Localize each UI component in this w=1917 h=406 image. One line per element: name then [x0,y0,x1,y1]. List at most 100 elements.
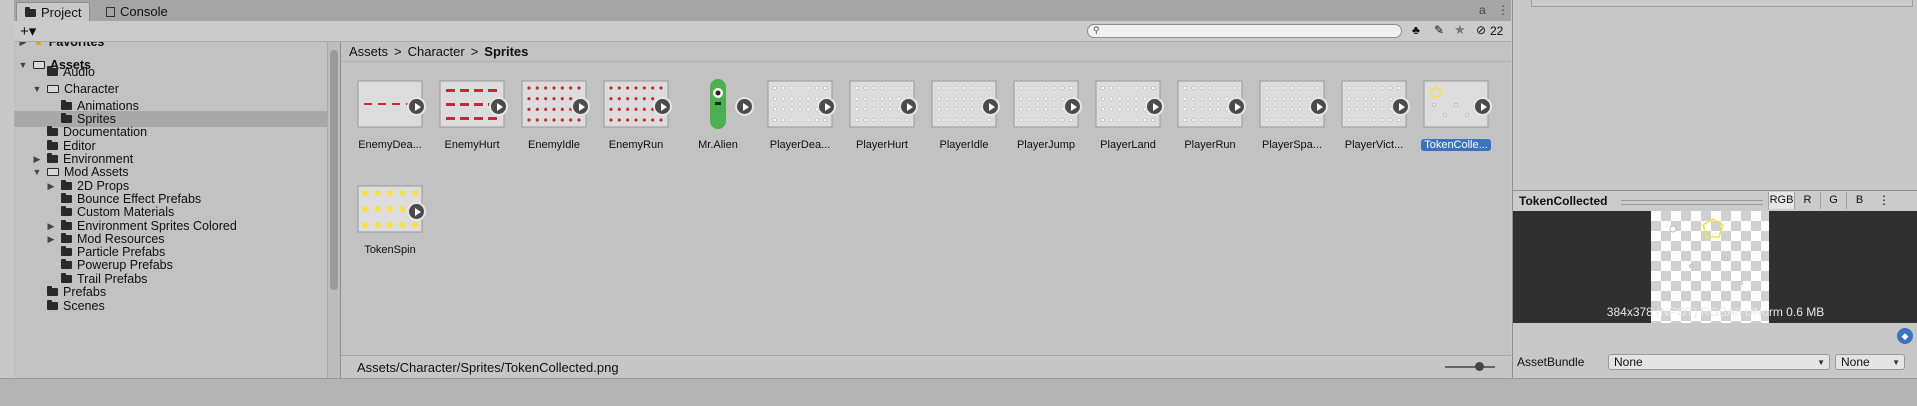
play-animation-icon[interactable] [1063,97,1082,116]
asset-grid: EnemyDea... EnemyHurt EnemyIdle EnemyRun Mr.… [341,63,1511,355]
asset-label: PlayerSpa... [1262,139,1322,151]
folder-icon [61,273,72,283]
play-animation-icon[interactable] [653,97,672,116]
asset-playerdea[interactable]: PlayerDea... [759,67,841,163]
asset-label: Mr.Alien [698,139,738,151]
channel-b-button[interactable]: B [1846,192,1872,209]
expand-right-icon[interactable]: ▶ [18,42,28,48]
expand-right-icon[interactable]: ▶ [32,154,42,165]
tree-item-label: Scenes [63,299,105,313]
asset-enemydea[interactable]: EnemyDea... [349,67,431,163]
asset-enemyrun[interactable]: EnemyRun [595,67,677,163]
asset-thumbnail [602,75,672,133]
preview-header: TokenCollected RGB R G B ⋮ [1513,190,1917,212]
asset-playerjump[interactable]: PlayerJump [1005,67,1087,163]
asset-thumbnail [766,75,836,133]
play-animation-icon[interactable] [407,97,426,116]
breadcrumb-character[interactable]: Character [408,44,465,59]
create-button[interactable]: +▾ [20,22,36,40]
assetbundle-label: AssetBundle [1517,355,1585,369]
hidden-packages-icon[interactable]: ⊘ [1476,23,1486,37]
tab-project[interactable]: Project [16,2,91,22]
breadcrumb-sprites[interactable]: Sprites [484,44,528,59]
more-menu-icon[interactable]: ⋮ [1497,3,1509,17]
play-animation-icon[interactable] [1473,97,1492,116]
tree-item-favorites[interactable]: ▶ ★ Favorites [14,42,105,50]
tree-item-audio[interactable]: Audio [14,64,95,80]
play-animation-icon[interactable] [489,97,508,116]
filter-type-icon[interactable]: ♣ [1412,23,1420,37]
asset-tokencolle[interactable]: TokenColle... [1415,67,1497,163]
channel-r-button[interactable]: R [1794,192,1820,209]
asset-mr-alien[interactable]: Mr.Alien [677,67,759,163]
asset-thumbnail [356,75,426,133]
expand-down-icon[interactable]: ▼ [32,167,42,177]
expand-right-icon[interactable]: ▶ [46,221,56,232]
tree-item-label: Character [64,82,119,96]
inspector-panel: TokenCollected RGB R G B ⋮ 384x378 (NPOT… [1512,0,1917,378]
expand-right-icon[interactable]: ▶ [46,234,56,245]
search-input[interactable] [1087,24,1402,38]
zoom-slider-handle[interactable] [1475,362,1484,371]
tree-item-character[interactable]: ▼ Character [14,81,119,97]
play-animation-icon[interactable] [1391,97,1410,116]
tree-scrollbar[interactable] [327,42,340,378]
label-icon[interactable]: ✎ [1434,23,1444,37]
breadcrumb-assets[interactable]: Assets [349,44,388,59]
play-animation-icon[interactable] [817,97,836,116]
tag-icon[interactable]: ◆ [1897,328,1913,344]
channel-g-button[interactable]: G [1820,192,1846,209]
channel-rgb-button[interactable]: RGB [1768,192,1794,209]
texture-preview: 384x378 (NPOT) RGBA8 UNorm 0.6 MB [1513,211,1917,323]
asset-playervict[interactable]: PlayerVict... [1333,67,1415,163]
play-animation-icon[interactable] [1145,97,1164,116]
asset-playerhurt[interactable]: PlayerHurt [841,67,923,163]
chevron-right-icon: > [394,44,402,59]
asset-playeridle[interactable]: PlayerIdle [923,67,1005,163]
asset-thumbnail [684,75,754,133]
assetbundle-dropdown[interactable]: None [1608,354,1830,370]
folder-icon [47,66,58,76]
folder-icon [61,180,72,190]
expand-right-icon[interactable]: ▶ [46,181,56,192]
asset-playerspa[interactable]: PlayerSpa... [1251,67,1333,163]
play-animation-icon[interactable] [735,97,754,116]
folder-tree: ▶★Favorites▼AssetsAudio▼CharacterAnimati… [14,42,341,378]
folder-icon [61,206,72,216]
assetbundle-variant-dropdown[interactable]: None [1835,354,1905,370]
selected-asset-path: Assets/Character/Sprites/TokenCollected.… [357,359,619,375]
console-icon [106,6,115,17]
play-animation-icon[interactable] [1309,97,1328,116]
expand-down-icon[interactable]: ▼ [32,84,42,94]
asset-label: PlayerRun [1184,139,1236,151]
play-animation-icon[interactable] [571,97,590,116]
folder-icon [47,126,58,136]
play-animation-icon[interactable] [1227,97,1246,116]
play-animation-icon[interactable] [407,202,426,221]
more-menu-icon[interactable]: ⋮ [1878,193,1890,207]
editor-status-bar [0,378,1917,406]
play-animation-icon[interactable] [981,97,1000,116]
asset-enemyhurt[interactable]: EnemyHurt [431,67,513,163]
asset-enemyidle[interactable]: EnemyIdle [513,67,595,163]
scrollbar-thumb[interactable] [330,50,338,290]
preview-drag-handle[interactable] [1621,200,1763,205]
asset-thumbnail [1258,75,1328,133]
asset-playerland[interactable]: PlayerLand [1087,67,1169,163]
asset-playerrun[interactable]: PlayerRun [1169,67,1251,163]
asset-label: PlayerLand [1100,139,1156,151]
asset-label: EnemyDea... [358,139,422,151]
asset-thumbnail [1094,75,1164,133]
asset-tokenspin[interactable]: TokenSpin [349,172,431,268]
play-animation-icon[interactable] [899,97,918,116]
zoom-slider[interactable] [1445,362,1495,371]
asset-label: PlayerVict... [1344,139,1404,151]
asset-label: PlayerJump [1016,139,1076,151]
tree-item-label: Custom Materials [77,205,175,219]
lock-icon[interactable]: a [1479,3,1486,17]
tree-item-scenes[interactable]: Scenes [14,298,105,314]
asset-thumbnail [1176,75,1246,133]
tab-console[interactable]: Console [98,2,176,21]
texture-info: 384x378 (NPOT) RGBA8 UNorm 0.6 MB [1606,305,1825,319]
favorite-star-icon[interactable]: ★ [1454,22,1466,38]
